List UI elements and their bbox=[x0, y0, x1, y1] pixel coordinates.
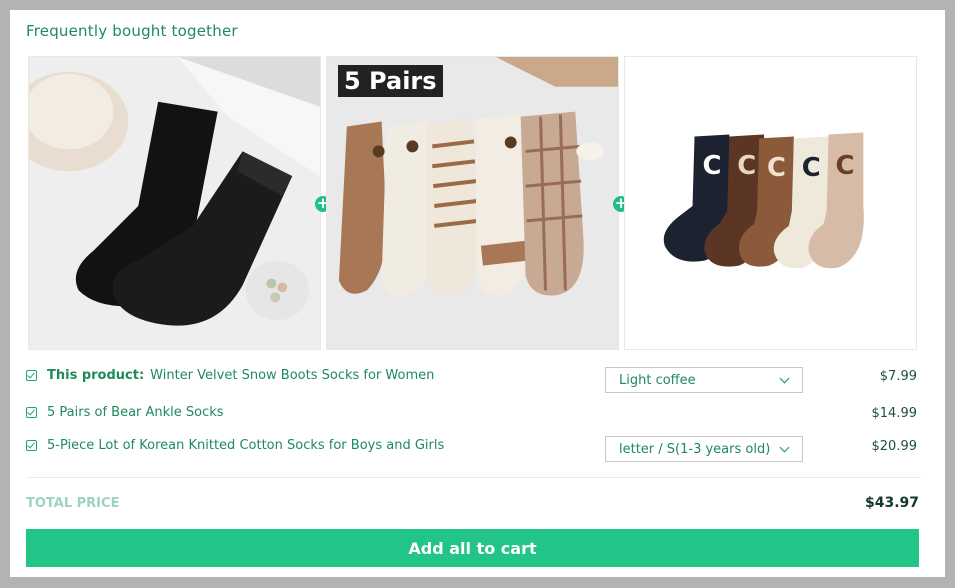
product-row-korean-socks: 5-Piece Lot of Korean Knitted Cotton Soc… bbox=[26, 436, 918, 466]
section-title: Frequently bought together bbox=[26, 22, 238, 40]
total-price-value: $43.97 bbox=[864, 495, 919, 511]
black-velvet-socks-photo bbox=[29, 57, 320, 349]
product-price: $7.99 bbox=[879, 369, 917, 384]
product-label: This product: Winter Velvet Snow Boots So… bbox=[47, 368, 434, 383]
product-name[interactable]: 5-Piece Lot of Korean Knitted Cotton Soc… bbox=[47, 438, 444, 453]
svg-text:C: C bbox=[836, 151, 855, 181]
color-select[interactable]: Light coffee bbox=[605, 367, 803, 393]
checkbox[interactable] bbox=[26, 440, 37, 451]
frequently-bought-panel: Frequently bought together + 5 Pairs + C… bbox=[10, 10, 945, 577]
product-price: $20.99 bbox=[871, 439, 918, 454]
total-price-label: TOTAL PRICE bbox=[26, 496, 120, 511]
product-label: 5 Pairs of Bear Ankle Socks bbox=[47, 405, 224, 420]
chevron-down-icon bbox=[779, 442, 790, 453]
product-image-velvet-socks[interactable] bbox=[28, 56, 321, 350]
checkbox[interactable] bbox=[26, 370, 37, 381]
svg-text:C: C bbox=[737, 151, 756, 181]
pairs-badge: 5 Pairs bbox=[338, 65, 443, 97]
product-row-velvet-socks: This product: Winter Velvet Snow Boots So… bbox=[26, 367, 917, 396]
product-label: 5-Piece Lot of Korean Knitted Cotton Soc… bbox=[47, 438, 444, 453]
selected-option: Light coffee bbox=[619, 373, 696, 388]
product-name[interactable]: 5 Pairs of Bear Ankle Socks bbox=[47, 405, 224, 420]
product-image-korean-socks[interactable]: C C C C C bbox=[624, 56, 917, 350]
product-row-bear-socks: 5 Pairs of Bear Ankle Socks $14.99 bbox=[26, 405, 918, 433]
chevron-down-icon bbox=[779, 373, 790, 384]
svg-text:C: C bbox=[702, 151, 721, 181]
add-all-to-cart-button[interactable]: Add all to cart bbox=[26, 529, 919, 567]
bear-ankle-socks-photo bbox=[327, 57, 618, 349]
svg-text:C: C bbox=[802, 153, 821, 183]
this-product-prefix: This product: bbox=[47, 368, 145, 383]
size-select[interactable]: letter / S(1-3 years old) bbox=[605, 436, 803, 462]
svg-text:C: C bbox=[767, 153, 786, 183]
product-image-bear-socks[interactable]: 5 Pairs bbox=[326, 56, 619, 350]
selected-option: letter / S(1-3 years old) bbox=[619, 442, 771, 457]
checkbox[interactable] bbox=[26, 407, 37, 418]
product-price: $14.99 bbox=[871, 406, 918, 421]
korean-knitted-socks-photo: C C C C C bbox=[625, 57, 916, 349]
product-name[interactable]: Winter Velvet Snow Boots Socks for Women bbox=[150, 368, 434, 383]
divider bbox=[26, 477, 921, 478]
